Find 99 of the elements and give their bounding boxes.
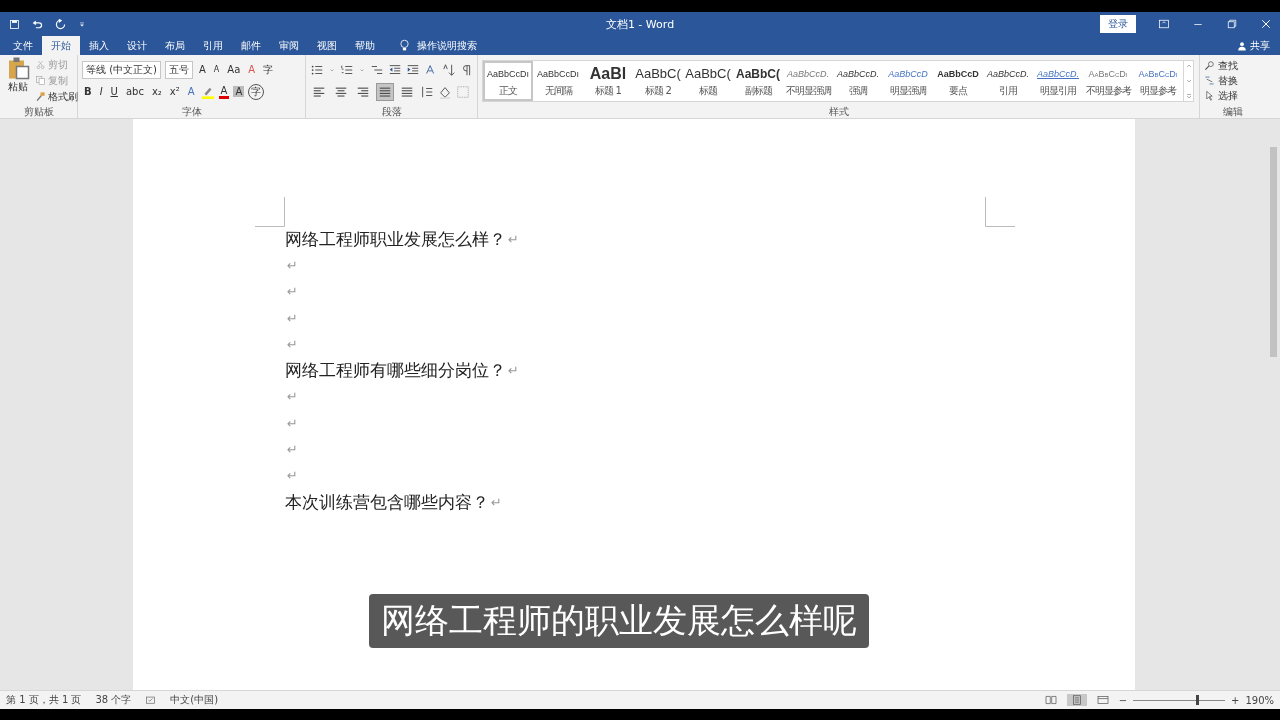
line-spacing-icon[interactable] [420, 84, 434, 99]
margin-corner-mark [985, 197, 1015, 227]
style-option[interactable]: AaBbCcD. 明显引用 [1033, 61, 1083, 101]
view-button[interactable] [1066, 694, 1087, 706]
paragraph-mark: ↵ [508, 231, 519, 247]
format-button[interactable]: x² [167, 86, 182, 97]
video-subtitle: 网络工程师的职业发展怎么样呢 [369, 594, 869, 648]
zoom-slider-thumb[interactable] [1196, 694, 1200, 705]
style-option[interactable]: AaBbCcD 明显强调 [883, 61, 933, 101]
redo-icon[interactable] [54, 17, 67, 31]
restore-icon[interactable] [1226, 18, 1238, 30]
shading-icon[interactable] [438, 84, 452, 99]
person-icon[interactable] [1237, 40, 1247, 51]
style-option[interactable]: AaBbC( 标题 [683, 61, 733, 101]
style-option[interactable]: AaBbCcDı 不明显参考 [1083, 61, 1133, 101]
text-effects-button[interactable]: A [185, 86, 197, 97]
paste-button[interactable]: 粘贴 [4, 56, 32, 105]
font-name-dropdown[interactable]: 等线 (中文正文) [82, 60, 161, 79]
replace-icon [1204, 75, 1215, 86]
ribbon-tab[interactable]: 邮件 [232, 36, 270, 55]
format-button[interactable]: x₂ [149, 86, 164, 97]
login-button[interactable]: 登录 [1100, 15, 1136, 33]
style-option[interactable]: AaBbCcD 要点 [933, 61, 983, 101]
style-option[interactable]: AaBbCcD. 不明显强调 [783, 61, 833, 101]
format-button[interactable]: abc [123, 86, 146, 97]
proofing-icon[interactable] [145, 694, 157, 706]
paragraph-mark: ↵ [287, 284, 298, 300]
align-button[interactable] [376, 82, 394, 101]
document-text: 本次训练营包含哪些内容？ [285, 490, 489, 514]
paragraph-mark: ↵ [287, 389, 298, 405]
paragraph-mark: ↵ [287, 336, 298, 352]
format-painter-button[interactable]: 格式刷 [35, 88, 78, 105]
share-button[interactable]: 共享 [1250, 38, 1270, 53]
sort-icon[interactable] [442, 62, 456, 77]
zoom-level[interactable]: 190% [1245, 694, 1274, 706]
ribbon-tab[interactable]: 布局 [156, 36, 194, 55]
ribbon-tab[interactable]: 视图 [308, 36, 346, 55]
margin-corner-mark [255, 197, 285, 227]
lightbulb-icon[interactable] [398, 39, 411, 52]
replace-button[interactable]: 替换 [1204, 73, 1262, 88]
group-label: 编辑 [1222, 105, 1244, 118]
style-option[interactable]: AaBbCcDı 正文 [483, 61, 533, 101]
group-label: 剪贴板 [22, 105, 55, 118]
style-option[interactable]: AaBbC( 标题 2 [633, 61, 683, 101]
zoom-in-button[interactable]: + [1231, 694, 1240, 706]
paragraph-mark: ↵ [287, 257, 298, 273]
style-option[interactable]: AaBbCcDı 明显参考 [1133, 61, 1183, 101]
format-button[interactable]: I [97, 86, 105, 97]
ribbon-display-icon[interactable] [1158, 18, 1170, 30]
paragraph-mark: ↵ [508, 363, 519, 379]
zoom-out-button[interactable]: − [1118, 694, 1127, 706]
character-shading-button[interactable]: A [233, 86, 245, 97]
paragraph-mark: ↵ [287, 310, 298, 326]
close-icon[interactable] [1260, 18, 1272, 30]
document-text: 网络工程师职业发展怎么样？ [285, 227, 506, 251]
format-button[interactable]: U [108, 86, 120, 97]
page-count: 第 1 页，共 1 页 [6, 693, 82, 707]
group-label: 段落 [380, 105, 403, 118]
grow-font-button[interactable]: A [197, 64, 208, 75]
find-button[interactable]: 查找 [1204, 58, 1262, 73]
scrollbar-thumb[interactable] [1270, 147, 1277, 357]
ribbon-tab[interactable]: 设计 [118, 36, 156, 55]
search-icon [1204, 60, 1215, 71]
paragraph-mark: ↵ [491, 494, 502, 510]
copy-icon [35, 75, 46, 86]
window-title: 文档1 - Word [605, 17, 675, 31]
change-case-button[interactable]: Aa [225, 64, 243, 75]
ribbon-tab[interactable]: 帮助 [346, 36, 384, 55]
increase-indent-icon[interactable] [406, 62, 420, 77]
style-option[interactable]: AaBl 标题 1 [583, 61, 633, 101]
paragraph-mark: ↵ [287, 442, 298, 457]
save-icon[interactable] [8, 17, 21, 31]
language[interactable]: 中文(中国) [170, 693, 219, 707]
ribbon-tab[interactable]: 引用 [194, 36, 232, 55]
ribbon-tab[interactable]: 审阅 [270, 36, 308, 55]
cursor-icon [1204, 90, 1215, 101]
document-text: 网络工程师有哪些细分岗位？ [285, 359, 506, 383]
phonetic-guide-button[interactable]: 字 [261, 62, 276, 77]
paragraph-mark: ↵ [287, 468, 298, 484]
tell-me-search[interactable]: 操作说明搜索 [417, 38, 477, 53]
font-color-button[interactable]: A [218, 84, 230, 99]
font-size-dropdown[interactable]: 五号 [165, 60, 193, 79]
paintbrush-icon [35, 91, 46, 102]
group-label: 样式 [827, 105, 850, 118]
select-button[interactable]: 选择 [1204, 88, 1262, 103]
style-option[interactable]: AaBbC( 副标题 [733, 61, 783, 101]
ribbon-tab[interactable]: 插入 [80, 36, 118, 55]
decrease-indent-icon[interactable] [388, 62, 402, 77]
format-button[interactable]: B [82, 86, 94, 97]
ribbon-tab[interactable]: 文件 [4, 36, 42, 55]
style-option[interactable]: AaBbCcDı 无间隔 [533, 61, 583, 101]
word-count: 38 个字 [95, 693, 132, 707]
style-option[interactable]: AaBbCcD. 强调 [833, 61, 883, 101]
group-label: 字体 [180, 105, 203, 118]
shrink-font-button[interactable]: A [211, 65, 222, 74]
style-option[interactable]: AaBbCcD. 引用 [983, 61, 1033, 101]
scissors-icon [35, 59, 46, 70]
paragraph-mark: ↵ [287, 415, 298, 431]
ribbon-tab[interactable]: 开始 [42, 36, 80, 55]
